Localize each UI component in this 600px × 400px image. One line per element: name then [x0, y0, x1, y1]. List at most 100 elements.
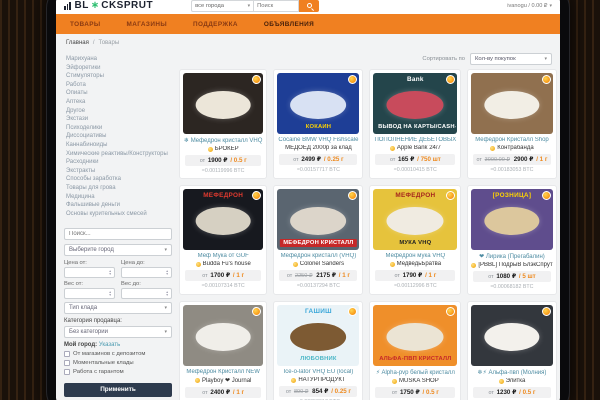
- sidebar-category[interactable]: Каннабиноиды: [66, 141, 172, 150]
- product-title[interactable]: Ice-o-lator VHQ EU (local): [277, 369, 359, 375]
- product-card[interactable]: ❄⚡ Альфа-пвп (Молния) Элитка от 1230 ₽ /…: [467, 301, 556, 400]
- spinner-icon[interactable]: ▴▾: [109, 291, 111, 297]
- price-to-input[interactable]: ▴▾: [121, 267, 172, 278]
- product-vendor-link[interactable]: Элитка: [471, 378, 552, 384]
- spinner-icon[interactable]: ▴▾: [109, 270, 111, 276]
- product-vendor-link[interactable]: НАТУРПРОДУКТ: [277, 377, 359, 383]
- product-image[interactable]: [РОЗНИЦА]: [471, 189, 552, 250]
- product-image[interactable]: Bank ВЫВОД НА КАРТЫ/CASH-IN: [373, 73, 457, 134]
- breadcrumb-home[interactable]: Главная: [66, 40, 89, 46]
- product-title[interactable]: Мефедрон мука VHQ: [373, 253, 457, 259]
- stash-type-select[interactable]: Тип клада ▾: [64, 302, 172, 314]
- product-title[interactable]: Мефедрон Кристалл Shop: [471, 137, 552, 143]
- seller-category-select[interactable]: Без категории ▾: [64, 326, 172, 338]
- product-title[interactable]: ⚡ Alpha-pvp белый кристалл: [373, 369, 457, 376]
- sidebar-category[interactable]: Фальшивые деньги: [66, 201, 172, 210]
- nav-item-obyavleniya[interactable]: ОБЪЯВЛЕНИЯ: [264, 21, 314, 28]
- sidebar-category[interactable]: Другое: [66, 107, 172, 116]
- product-card[interactable]: АЛЬФА-ПВП КРИСТАЛЛ ⚡ Alpha-pvp белый кри…: [369, 301, 461, 400]
- product-title[interactable]: ❄ Мефедрон кристалл VHQ: [183, 137, 263, 144]
- product-vendor-link[interactable]: [PBBL] ПодрыВ БлэкСпрут: [471, 262, 552, 268]
- product-title[interactable]: ❤ Лирика (Прегабалин): [471, 253, 552, 260]
- product-vendor-link[interactable]: Контрабанда: [471, 145, 552, 151]
- product-title[interactable]: ❄⚡ Альфа-пвп (Молния): [471, 369, 552, 376]
- product-title[interactable]: Меф Мука от GUF: [183, 253, 263, 259]
- checkbox-icon[interactable]: [64, 351, 70, 357]
- spinner-icon[interactable]: ▴▾: [166, 291, 168, 297]
- product-card[interactable]: ГАШИШ ЛЮБОВНИК Ice-o-lator VHQ EU (local…: [273, 301, 363, 400]
- price-from-input[interactable]: ▴▾: [64, 267, 115, 278]
- weight-from-input[interactable]: ▴▾: [64, 288, 115, 299]
- sidebar-search-input[interactable]: [64, 228, 172, 240]
- product-vendor-link[interactable]: БРОКЕР: [183, 146, 263, 152]
- product-vendor-link[interactable]: Colonel Sanders: [277, 261, 359, 267]
- nav-item-podderzhka[interactable]: ПОДДЕРЖКА: [193, 21, 238, 28]
- product-vendor-link[interactable]: МЕДОЕД 2000р за клад: [277, 145, 359, 151]
- sidebar-category[interactable]: Работа: [66, 81, 172, 90]
- product-card[interactable]: МЕФЕДРОН МУКА VHQ Мефедрон мука VHQ Медв…: [369, 185, 461, 295]
- spinner-icon[interactable]: ▴▾: [166, 270, 168, 276]
- account-menu[interactable]: ivanogu / 0.00 ₽ ▾: [507, 3, 552, 9]
- product-card[interactable]: Мефедрон Кристалл Shop Контрабанда от 30…: [467, 69, 556, 179]
- product-image[interactable]: МЕФЕДРОН МУКА VHQ: [373, 189, 457, 250]
- checkbox-icon[interactable]: [64, 360, 70, 366]
- product-card[interactable]: ❄ Мефедрон кристалл VHQ БРОКЕР от 1900 ₽…: [179, 69, 267, 179]
- apply-filters-button[interactable]: Применить: [64, 383, 172, 397]
- product-vendor-link[interactable]: Budda Fu's house: [183, 261, 263, 267]
- product-title[interactable]: Мефедрон Кристалл NEW: [183, 369, 263, 375]
- product-card[interactable]: [РОЗНИЦА] ❤ Лирика (Прегабалин) [PBBL] П…: [467, 185, 556, 295]
- price-from-word: от: [200, 158, 205, 164]
- product-card[interactable]: Bank ВЫВОД НА КАРТЫ/CASH-IN ПОПОЛНЕНИЕ Д…: [369, 69, 461, 179]
- product-card[interactable]: Мефедрон Кристалл NEW Playboy ❤ Journal …: [179, 301, 267, 400]
- sidebar-category[interactable]: Товары для грова: [66, 184, 172, 193]
- sidebar-category[interactable]: Аптека: [66, 98, 172, 107]
- sidebar-category[interactable]: Эйфоретики: [66, 64, 172, 73]
- sidebar-category[interactable]: Психоделики: [66, 124, 172, 133]
- product-image[interactable]: АЛЬФА-ПВП КРИСТАЛЛ: [373, 305, 457, 366]
- sidebar-category[interactable]: Опиаты: [66, 89, 172, 98]
- checkbox-icon[interactable]: [64, 369, 70, 375]
- product-vendor-link[interactable]: Apple Bank 24/7: [373, 145, 457, 151]
- product-image[interactable]: МЕФЕДРОН: [183, 189, 263, 250]
- product-image[interactable]: [183, 305, 263, 366]
- product-image[interactable]: КОКАИН: [277, 73, 359, 134]
- product-card[interactable]: МЕФЕДРОН КРИСТАЛЛ Мефедрон кристалл (VHQ…: [273, 185, 363, 295]
- product-vendor-link[interactable]: MUSKA SHOP: [373, 378, 457, 384]
- sort-select[interactable]: Кол-ву покупок ▾: [470, 53, 552, 65]
- price-quantity: / 1 г: [425, 272, 436, 279]
- product-title[interactable]: Мефедрон кристалл (VHQ): [277, 253, 359, 259]
- sidebar-category[interactable]: Экстази: [66, 115, 172, 124]
- sidebar-category[interactable]: Способы заработка: [66, 175, 172, 184]
- search-button[interactable]: [299, 0, 319, 12]
- checkbox-instant[interactable]: Моментальные клады: [64, 360, 172, 366]
- sidebar-category[interactable]: Медицина: [66, 193, 172, 202]
- product-card[interactable]: КОКАИН Cocaine BMW VHQ Fishscale МЕДОЕД …: [273, 69, 363, 179]
- nav-item-magaziny[interactable]: МАГАЗИНЫ: [127, 21, 167, 28]
- checkbox-deposit[interactable]: От магазинов с депозитом: [64, 351, 172, 357]
- product-image[interactable]: [183, 73, 263, 134]
- product-title[interactable]: Cocaine BMW VHQ Fishscale: [277, 137, 359, 143]
- city-select[interactable]: Выберите город ▾: [64, 244, 172, 256]
- product-image[interactable]: МЕФЕДРОН КРИСТАЛЛ: [277, 189, 359, 250]
- product-image[interactable]: ГАШИШ ЛЮБОВНИК: [277, 305, 359, 366]
- nav-item-tovary[interactable]: ТОВАРЫ: [70, 21, 101, 28]
- product-image[interactable]: [471, 305, 552, 366]
- product-image[interactable]: [471, 73, 552, 134]
- product-vendor-link[interactable]: Playboy ❤ Journal: [183, 377, 263, 384]
- product-title[interactable]: ПОПОЛНЕНИЕ ДЕБЕТОВЫХ: [373, 137, 457, 143]
- sidebar-category[interactable]: Химические реактивы/Конструкторы: [66, 150, 172, 159]
- sidebar-category[interactable]: Основы курительных смесей: [66, 210, 172, 219]
- checkbox-guarantor[interactable]: Работа с гарантом: [64, 369, 172, 375]
- weight-to-input[interactable]: ▴▾: [121, 288, 172, 299]
- my-city-set-link[interactable]: Указать: [99, 342, 120, 348]
- sidebar-category[interactable]: Марихуана: [66, 55, 172, 64]
- product-vendor-link[interactable]: МедведьБратва: [373, 261, 457, 267]
- sidebar-category[interactable]: Расходники: [66, 158, 172, 167]
- header-city-select[interactable]: все города ▾: [191, 0, 253, 12]
- sidebar-category[interactable]: Стимуляторы: [66, 72, 172, 81]
- site-logo[interactable]: BL ∗ CKSPRUT: [64, 0, 153, 11]
- sidebar-category[interactable]: Диссоциативы: [66, 132, 172, 141]
- header-search-input[interactable]: [253, 0, 299, 12]
- sidebar-category[interactable]: Экстракты: [66, 167, 172, 176]
- product-card[interactable]: МЕФЕДРОН Меф Мука от GUF Budda Fu's hous…: [179, 185, 267, 295]
